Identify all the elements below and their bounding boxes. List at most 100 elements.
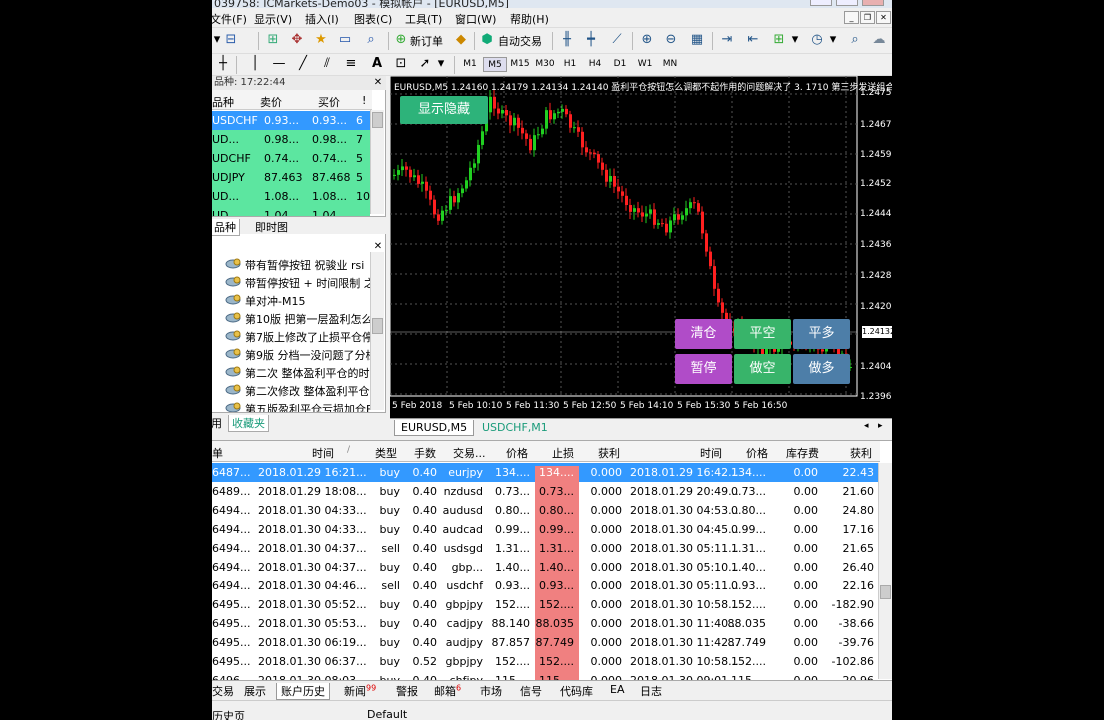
terminal-tab[interactable]: 代码库 <box>556 683 597 699</box>
table-row[interactable]: 6494... 2018.01.30 04:46... sell 0.40 usdchf… <box>212 576 878 599</box>
table-row[interactable]: 6495... 2018.01.30 05:53... buy 0.40 cadjpy 8… <box>212 614 878 637</box>
new-order-button[interactable]: 新订单 <box>410 33 443 49</box>
menu-insert[interactable]: 插入(I) <box>305 11 339 27</box>
col-close-time[interactable]: 时间 <box>700 445 722 461</box>
tf-h4[interactable]: H4 <box>583 57 607 72</box>
chart-tab-usdchf[interactable]: USDCHF,M1 <box>476 420 554 436</box>
navigator-item[interactable]: 第9版 分档一没问题了分档 <box>224 345 374 363</box>
minimize-button[interactable] <box>810 0 832 6</box>
autoscroll-icon[interactable]: ⇤ <box>744 32 762 50</box>
dropdown-arrow-icon[interactable]: ▾ <box>824 32 842 50</box>
show-hide-button[interactable]: 显示隐藏 <box>400 96 488 124</box>
navigator-item[interactable]: 第10版 把第一层盈利怎么 <box>224 309 374 327</box>
chart-window[interactable]: EURUSD,M5 1.24160 1.24179 1.24134 1.2414… <box>390 76 892 418</box>
horizontal-line-icon[interactable]: — <box>270 56 288 74</box>
navigator-item[interactable]: 单对冲-M15 <box>224 291 374 309</box>
chart-tab-eurusd[interactable]: EURUSD,M5 <box>394 420 475 436</box>
search-icon[interactable]: ⌕ <box>846 32 864 50</box>
dropdown-arrow-icon[interactable]: ▾ <box>786 32 804 50</box>
terminal-scrollbar[interactable] <box>878 463 892 679</box>
market-watch-row[interactable]: UDCHF 0.74... 0.74... 5 <box>212 149 370 168</box>
col-symbol[interactable]: 交易... <box>453 445 486 461</box>
zoom-out-icon[interactable]: ⊖ <box>662 32 680 50</box>
close-icon[interactable]: ✕ <box>373 77 383 88</box>
zoom-in-icon[interactable]: ⊕ <box>638 32 656 50</box>
terminal-tab[interactable]: 市场 <box>476 683 506 699</box>
market-watch-icon[interactable]: ⊞ <box>264 32 282 50</box>
table-row[interactable]: 6494... 2018.01.30 04:37... sell 0.40 usdsgd… <box>212 539 878 561</box>
table-row[interactable]: 6495... 2018.01.30 06:19... buy 0.40 audjpy 8… <box>212 633 878 656</box>
tf-d1[interactable]: D1 <box>608 57 632 72</box>
col-profit[interactable]: 获利 <box>850 445 872 461</box>
metaeditor-icon[interactable]: ◆ <box>452 32 470 50</box>
close-short-button[interactable]: 平空 <box>734 319 791 349</box>
chart-shift-icon[interactable]: ⇥ <box>718 32 736 50</box>
chart-tabs-scroll-right-icon[interactable]: ▸ <box>878 421 883 431</box>
tab-favorites[interactable]: 收藏夹 <box>228 415 269 432</box>
table-row[interactable]: 6494... 2018.01.30 04:37... buy 0.40 gbp... 1… <box>212 558 878 580</box>
menu-window[interactable]: 窗口(W) <box>455 11 496 27</box>
market-watch-row[interactable]: UDJPY 87.463 87.468 5 <box>212 168 370 187</box>
terminal-icon[interactable]: ▭ <box>336 32 354 50</box>
table-row[interactable]: 6489... 2018.01.29 18:08... buy 0.40 nzdusd 0… <box>212 482 878 504</box>
menu-tools[interactable]: 工具(T) <box>405 11 442 27</box>
close-icon[interactable]: ✕ <box>373 241 383 252</box>
tf-h1[interactable]: H1 <box>558 57 582 72</box>
close-all-button[interactable]: 清仓 <box>675 319 732 349</box>
tf-m5[interactable]: M5 <box>483 57 507 72</box>
tf-m1[interactable]: M1 <box>458 57 482 72</box>
tab-symbols[interactable]: 品种 <box>212 219 240 236</box>
col-close-price[interactable]: 价格 <box>746 445 768 461</box>
maximize-button[interactable] <box>836 0 858 6</box>
profiles-icon[interactable]: ⊟ <box>222 32 240 50</box>
autotrade-button[interactable]: 自动交易 <box>498 33 542 49</box>
navigator-item[interactable]: 第二次修改 整体盈利平仓 <box>224 381 374 399</box>
market-watch-row[interactable]: UD... 1.08... 1.08... 10 <box>212 187 370 206</box>
new-order-icon[interactable]: ⊕ <box>392 32 410 50</box>
col-sl[interactable]: 止损 <box>552 445 574 461</box>
menu-view[interactable]: 显示(V) <box>254 11 292 27</box>
tf-m30[interactable]: M30 <box>533 57 557 72</box>
table-row[interactable]: 6494... 2018.01.30 04:33... buy 0.40 audcad 0… <box>212 520 878 542</box>
scrollbar-thumb[interactable] <box>372 318 383 334</box>
sell-button[interactable]: 做空 <box>734 354 791 384</box>
tester-icon[interactable]: ⌕ <box>362 32 380 50</box>
text-tool-icon[interactable]: A <box>368 56 386 74</box>
navigator-item[interactable]: 第二次 整体盈利平仓的时 <box>224 363 374 381</box>
trendline-icon[interactable]: ╱ <box>294 56 312 74</box>
menu-help[interactable]: 帮助(H) <box>510 11 549 27</box>
menu-charts[interactable]: 图表(C) <box>354 11 392 27</box>
terminal-tab[interactable]: 日志 <box>636 683 666 699</box>
tf-w1[interactable]: W1 <box>633 57 657 72</box>
line-chart-icon[interactable]: ⟋ <box>608 32 626 50</box>
col-type[interactable]: 类型 <box>375 445 397 461</box>
col-swap[interactable]: 库存费 <box>786 445 819 461</box>
close-button[interactable] <box>862 0 884 6</box>
data-window-icon[interactable]: ✥ <box>288 32 306 50</box>
terminal-tab[interactable]: 交易 <box>212 683 238 699</box>
close-long-button[interactable]: 平多 <box>793 319 850 349</box>
table-row[interactable]: 6495... 2018.01.30 06:37... buy 0.52 gbpjpy 1… <box>212 652 878 674</box>
tf-mn[interactable]: MN <box>658 57 682 72</box>
tab-tick-chart[interactable]: 即时图 <box>252 219 291 235</box>
terminal-tab[interactable]: 账户历史 <box>276 683 330 700</box>
candlestick-icon[interactable]: ┿ <box>582 32 600 50</box>
col-bid[interactable]: 卖价 <box>260 94 282 110</box>
market-watch-row[interactable]: USDCHF 0.93... 0.93... 6 <box>212 111 370 130</box>
navigator-icon[interactable]: ★ <box>312 32 330 50</box>
terminal-tab[interactable]: 展示 <box>240 683 270 699</box>
tab-common[interactable]: 用 <box>212 415 225 431</box>
terminal-tab[interactable]: 信号 <box>516 683 546 699</box>
col-ticket[interactable]: 单 <box>212 445 223 461</box>
fibonacci-icon[interactable]: ≡ <box>342 56 360 74</box>
terminal-tab[interactable]: 新闻99 <box>340 683 380 699</box>
vertical-line-icon[interactable]: │ <box>246 56 264 74</box>
mdi-restore-button[interactable]: ❐ <box>860 11 875 24</box>
menu-file[interactable]: 文件(F) <box>212 11 247 27</box>
chat-icon[interactable]: ☁ <box>870 32 888 50</box>
col-price[interactable]: 价格 <box>506 445 528 461</box>
market-watch-scrollbar[interactable] <box>370 110 384 214</box>
navigator-scrollbar[interactable] <box>370 252 384 410</box>
scrollbar-thumb[interactable] <box>372 112 383 128</box>
table-row[interactable]: 6495... 2018.01.30 05:52... buy 0.40 gbpjpy 1… <box>212 595 878 618</box>
